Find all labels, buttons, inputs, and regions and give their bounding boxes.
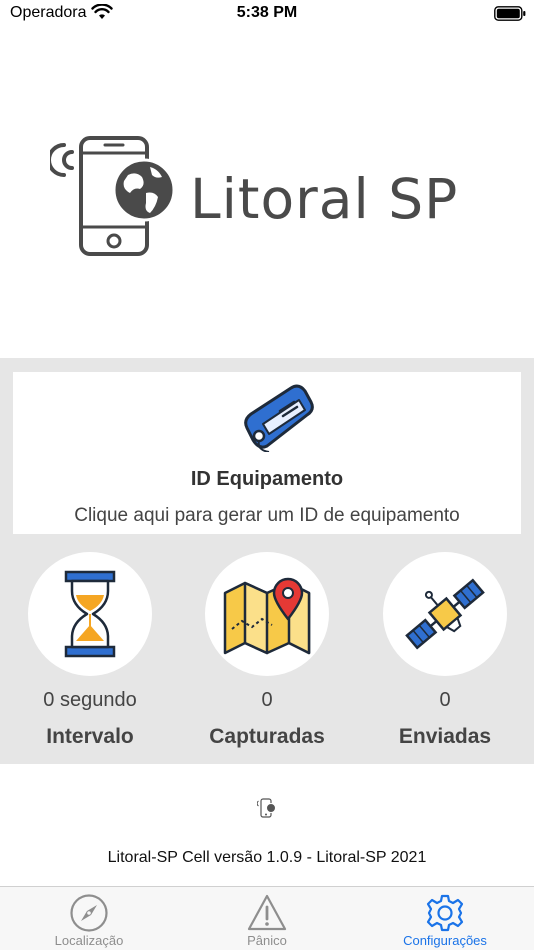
- version-text: Litoral-SP Cell versão 1.0.9 - Litoral-S…: [107, 849, 427, 866]
- tab-localizacao-label: Localização: [54, 933, 124, 948]
- tab-panico[interactable]: Pânico: [178, 887, 356, 950]
- tab-bar: Localização Pânico Configurações: [0, 886, 534, 950]
- tab-configuracoes[interactable]: Configurações: [356, 887, 534, 950]
- status-bar: Operadora 5:38 PM: [0, 0, 534, 30]
- tab-configuracoes-label: Configurações: [403, 933, 487, 948]
- device-id-subtitle: Clique aqui para gerar um ID de equipame…: [74, 505, 460, 526]
- battery-icon: [494, 6, 526, 21]
- logo-text: Litoral SP: [190, 167, 459, 231]
- device-id-title: ID Equipamento: [190, 468, 344, 490]
- stat-sent-value: 0: [439, 689, 451, 711]
- stat-sent-label: Enviadas: [398, 725, 492, 748]
- stat-interval-label: Intervalo: [46, 725, 134, 748]
- tab-localizacao[interactable]: Localização: [0, 887, 178, 950]
- stat-sent-circle: [383, 552, 507, 676]
- stat-interval-value: 0 segundo: [43, 689, 137, 711]
- status-time: 5:38 PM: [236, 4, 298, 21]
- warning-icon: [247, 894, 287, 931]
- stat-captured: 0 Capturadas: [205, 552, 329, 748]
- tag-icon: [244, 384, 314, 452]
- gear-icon: [426, 894, 464, 932]
- stat-interval: 0 segundo Intervalo: [28, 552, 152, 748]
- app-logo: Litoral SP: [50, 135, 470, 260]
- stat-interval-circle: [28, 552, 152, 676]
- phone-globe-small-icon: [257, 798, 276, 818]
- device-id-card[interactable]: ID Equipamento Clique aqui para gerar um…: [13, 372, 521, 534]
- tab-panico-label: Pânico: [247, 933, 287, 948]
- hourglass-icon: [64, 570, 116, 658]
- map-pin-icon: [223, 577, 311, 655]
- compass-icon: [70, 894, 108, 932]
- stat-captured-value: 0: [261, 689, 273, 711]
- stat-captured-circle: [205, 552, 329, 676]
- phone-globe-icon: [50, 136, 176, 256]
- stat-captured-label: Capturadas: [209, 725, 325, 748]
- satellite-icon: [405, 578, 485, 650]
- stat-sent: 0 Enviadas: [383, 552, 507, 748]
